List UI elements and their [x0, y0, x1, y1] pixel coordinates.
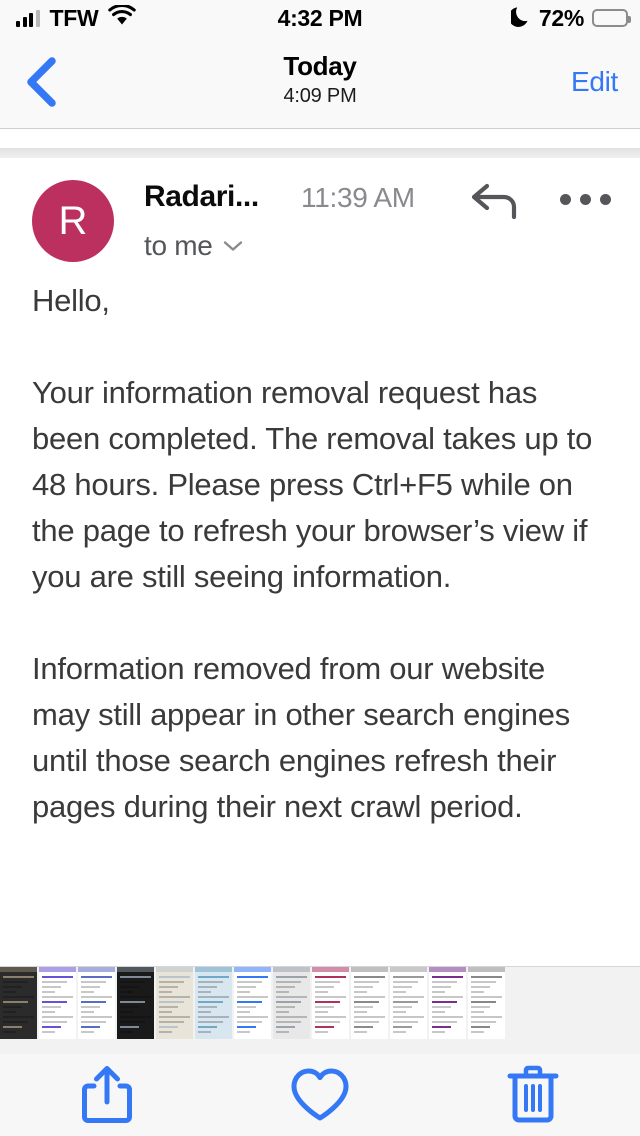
thumbnail-row[interactable]	[0, 967, 640, 1039]
battery-icon	[592, 9, 631, 27]
thumbnail-item[interactable]	[117, 967, 154, 1039]
battery-percent-label: 72%	[538, 4, 584, 31]
moon-icon	[508, 5, 531, 32]
thumbnail-item[interactable]	[234, 967, 271, 1039]
thumbnail-item[interactable]	[429, 967, 466, 1039]
share-icon	[81, 1066, 132, 1123]
recipients-label: to me	[144, 230, 213, 261]
thumbnail-item[interactable]	[312, 967, 349, 1039]
message-header: R Radari... 11:39 AM to me	[0, 158, 640, 278]
screenshot-thumbnail-strip[interactable]	[0, 966, 640, 1054]
thumbnail-item[interactable]	[0, 967, 37, 1039]
trash-button[interactable]	[427, 1054, 640, 1136]
status-bar: TFW 4:32 PM 72%	[0, 0, 640, 36]
nav-content-gap	[0, 130, 640, 148]
heart-icon	[291, 1068, 349, 1121]
navigation-bar: Today 4:09 PM Edit	[0, 36, 640, 129]
nav-title-block: Today 4:09 PM	[0, 51, 640, 108]
avatar[interactable]: R	[32, 180, 114, 262]
more-options-button[interactable]	[560, 194, 611, 205]
page-subtitle: 4:09 PM	[283, 84, 357, 107]
iphone-screen: TFW 4:32 PM 72% Today 4:09 PM Edit R Rad…	[0, 0, 640, 1136]
thumbnail-item[interactable]	[390, 967, 427, 1039]
thumbnail-item[interactable]	[468, 967, 505, 1039]
thumbnail-item[interactable]	[78, 967, 115, 1039]
message-body: Hello, Your information removal request …	[0, 278, 640, 830]
thumbnail-item[interactable]	[156, 967, 193, 1039]
section-divider	[0, 148, 640, 158]
chevron-down-icon	[223, 241, 242, 251]
message-timestamp: 11:39 AM	[301, 182, 415, 213]
ellipsis-icon	[560, 194, 571, 205]
thumbnail-item[interactable]	[273, 967, 310, 1039]
thumbnail-item[interactable]	[195, 967, 232, 1039]
trash-icon	[507, 1065, 559, 1123]
recipients-row[interactable]: to me	[144, 230, 243, 262]
avatar-initial: R	[58, 199, 88, 243]
sender-name[interactable]: Radari...	[144, 180, 259, 214]
edit-button[interactable]: Edit	[571, 66, 618, 98]
share-button[interactable]	[0, 1054, 213, 1136]
thumbnail-item[interactable]	[39, 967, 76, 1039]
flag-button[interactable]	[213, 1054, 426, 1136]
reply-button[interactable]	[470, 180, 524, 220]
body-paragraph: Hello,	[32, 283, 110, 318]
email-message: R Radari... 11:39 AM to me Hello, Your i…	[0, 158, 640, 966]
reply-arrow-icon	[471, 183, 517, 220]
thumbnail-item[interactable]	[351, 967, 388, 1039]
bottom-toolbar	[0, 1054, 640, 1136]
body-paragraph: Information removed from our website may…	[32, 651, 570, 824]
page-title: Today	[283, 51, 357, 81]
status-bar-right: 72%	[508, 4, 631, 32]
body-paragraph: Your information removal request has bee…	[32, 375, 593, 594]
